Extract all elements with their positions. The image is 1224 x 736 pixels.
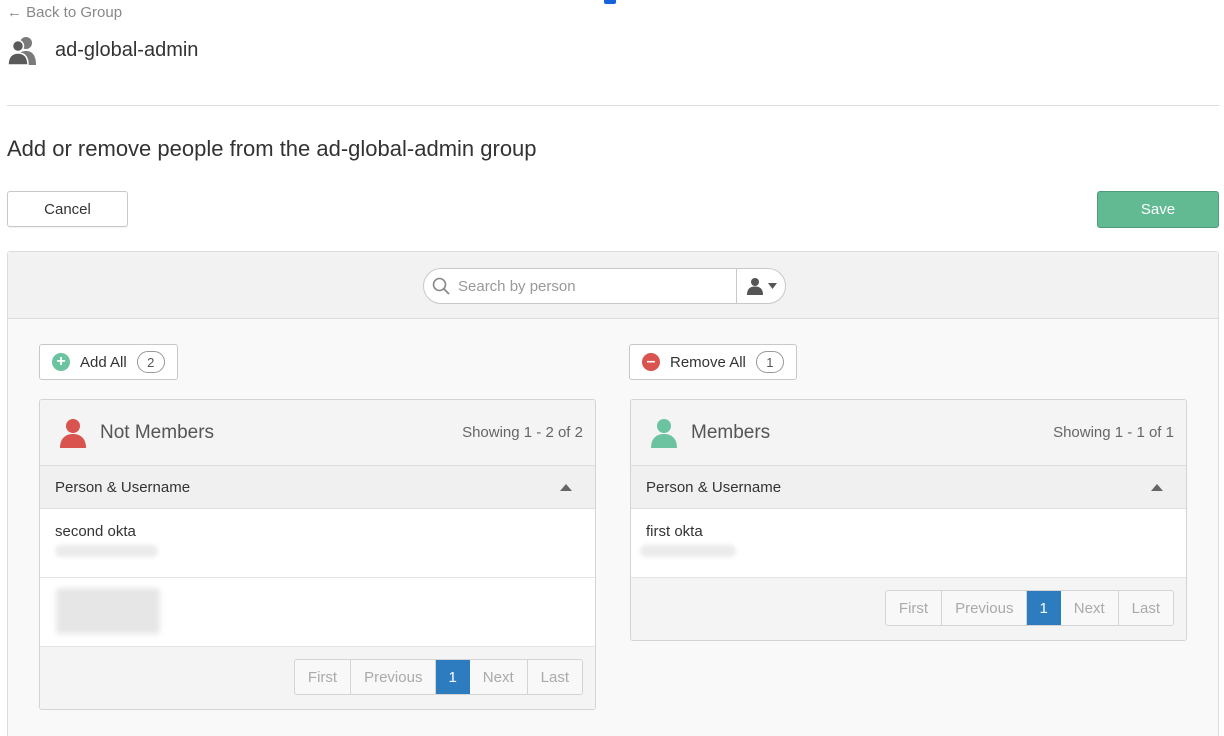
top-marker [604, 0, 616, 4]
chevron-down-icon [767, 283, 777, 289]
not-members-footer: First Previous 1 Next Last [40, 647, 595, 709]
not-members-card: Not Members Showing 1 - 2 of 2 Person & … [39, 399, 596, 710]
members-column-header[interactable]: Person & Username [631, 466, 1186, 509]
table-row[interactable] [40, 578, 595, 647]
plus-circle-icon: + [52, 353, 70, 371]
username-redacted [640, 545, 736, 557]
pager-next[interactable]: Next [1061, 591, 1119, 625]
group-header: ad-global-admin [7, 34, 198, 66]
not-members-pagination: First Previous 1 Next Last [293, 659, 583, 695]
cancel-button[interactable]: Cancel [7, 191, 128, 227]
add-all-label: Add All [80, 353, 127, 371]
group-name: ad-global-admin [55, 38, 199, 61]
pager-page-1[interactable]: 1 [1027, 591, 1061, 625]
person-red-icon [60, 418, 86, 448]
not-members-showing: Showing 1 - 2 of 2 [462, 424, 583, 441]
person-name: second okta [55, 523, 136, 540]
table-row[interactable]: second okta [40, 509, 595, 578]
search-input[interactable] [458, 269, 736, 303]
add-all-button[interactable]: + Add All 2 [39, 344, 178, 380]
minus-circle-icon: – [642, 353, 660, 371]
remove-all-count: 1 [755, 351, 784, 373]
pager-first[interactable]: First [295, 660, 352, 694]
person-icon [746, 278, 763, 295]
page: ← Back to Group ad-global-admin Add or r… [0, 0, 1224, 736]
members-title: Members [691, 421, 771, 443]
members-footer: First Previous 1 Next Last [631, 578, 1186, 640]
search-box [423, 268, 786, 304]
person-filter-dropdown[interactable] [736, 269, 785, 303]
pager-first[interactable]: First [886, 591, 943, 625]
members-showing: Showing 1 - 1 of 1 [1053, 424, 1174, 441]
pager-last[interactable]: Last [528, 660, 582, 694]
search-bar [8, 252, 1218, 319]
sort-asc-icon [1151, 483, 1163, 491]
not-members-column-header[interactable]: Person & Username [40, 466, 595, 509]
table-row[interactable]: first okta [631, 509, 1186, 578]
pager-previous[interactable]: Previous [351, 660, 437, 694]
pager-last[interactable]: Last [1119, 591, 1173, 625]
membership-panel: + Add All 2 – Remove All 1 Not Members S… [7, 251, 1219, 736]
sort-asc-icon [560, 483, 572, 491]
column-label: Person & Username [55, 478, 191, 496]
person-green-icon [651, 418, 677, 448]
members-pagination: First Previous 1 Next Last [884, 590, 1174, 626]
pager-previous[interactable]: Previous [942, 591, 1028, 625]
pager-next[interactable]: Next [470, 660, 528, 694]
divider [7, 105, 1219, 106]
remove-all-button[interactable]: – Remove All 1 [629, 344, 797, 380]
person-name: first okta [646, 523, 703, 540]
not-members-title: Not Members [100, 421, 215, 443]
save-button[interactable]: Save [1097, 191, 1219, 228]
pager-page-1[interactable]: 1 [436, 660, 470, 694]
not-members-header: Not Members Showing 1 - 2 of 2 [40, 400, 595, 466]
back-to-group-link[interactable]: ← Back to Group [7, 4, 122, 21]
username-redacted [55, 545, 158, 557]
column-label: Person & Username [646, 478, 782, 496]
members-card: Members Showing 1 - 1 of 1 Person & User… [630, 399, 1187, 641]
remove-all-label: Remove All [670, 353, 746, 371]
page-title: Add or remove people from the ad-global-… [7, 136, 537, 161]
redacted-block [56, 588, 160, 634]
search-icon [424, 269, 458, 303]
add-all-count: 2 [136, 351, 165, 373]
members-header: Members Showing 1 - 1 of 1 [631, 400, 1186, 466]
group-icon [7, 37, 36, 66]
